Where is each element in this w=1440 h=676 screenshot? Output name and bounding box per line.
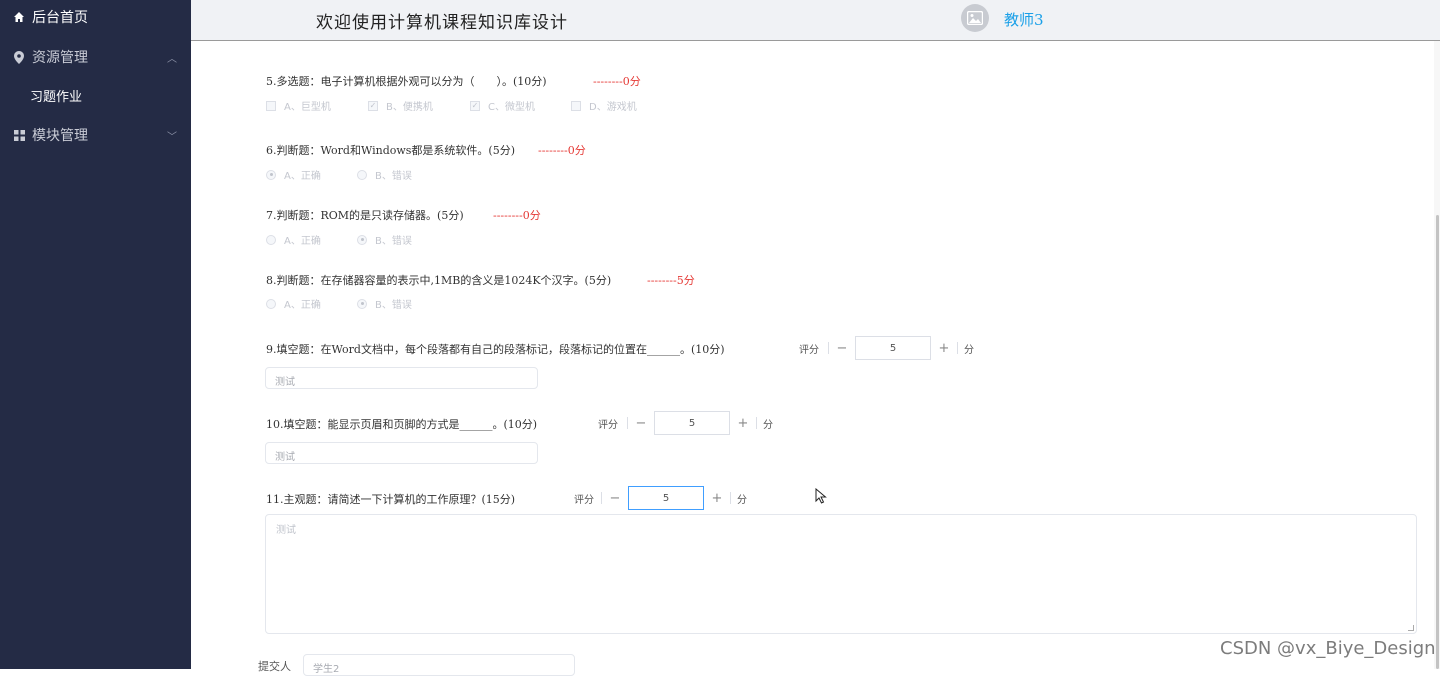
sidebar-item-home-label: 后台首页 — [32, 10, 88, 26]
sidebar-item-module-label: 模块管理 — [32, 128, 88, 144]
q11-increase-button[interactable]: + — [704, 486, 730, 510]
sidebar-item-resource-label: 资源管理 — [32, 50, 88, 66]
q10-score-label: 评分 — [598, 420, 618, 431]
question-5-result: --------0分 — [593, 75, 641, 88]
question-7-result: --------0分 — [493, 209, 541, 222]
q8-option-b: B、错误 — [357, 296, 412, 311]
chevron-down-icon: ﹀ — [167, 132, 177, 143]
q7-option-a: A、正确 — [266, 232, 321, 247]
q11-score-unit: 分 — [737, 494, 747, 506]
q5-option-c: ✓ C、微型机 — [470, 100, 535, 113]
q6-option-a: A、正确 — [266, 167, 321, 182]
q5-option-d: D、游戏机 — [571, 98, 637, 113]
question-10-text: 10.填空题：能显示页眉和页脚的方式是______。(10分) — [266, 418, 538, 431]
checkbox-checked-icon: ✓ — [470, 100, 480, 111]
q9-score-unit: 分 — [964, 344, 974, 356]
sidebar-item-module[interactable]: 模块管理 ﹀ — [0, 115, 191, 155]
radio-icon — [266, 234, 276, 245]
q9-score-stepper: − 5 + 分 — [828, 336, 974, 360]
radio-selected-icon — [357, 298, 367, 309]
checkbox-checked-icon: ✓ — [368, 100, 378, 111]
question-7-text: 7.判断题：ROM的是只读存储器。(5分) — [266, 209, 464, 222]
sidebar-item-resource[interactable]: 资源管理 ︿ — [0, 37, 191, 77]
q11-score-stepper: − 5 + 分 — [601, 486, 747, 510]
q8-option-a: A、正确 — [266, 296, 321, 311]
user-name[interactable]: 教师3 — [1004, 9, 1044, 30]
question-9-text: 9.填空题：在Word文档中，每个段落都有自己的段落标记，段落标记的位置在___… — [266, 343, 725, 356]
radio-icon — [266, 298, 276, 309]
radio-icon — [357, 169, 367, 180]
q9-score-label: 评分 — [799, 345, 819, 356]
sidebar-item-home[interactable]: 后台首页 — [0, 0, 191, 37]
q10-answer-field[interactable]: 测试 — [265, 442, 538, 464]
checkbox-unchecked-icon — [571, 100, 581, 111]
watermark: CSDN @vx_Biye_Design — [1220, 638, 1436, 659]
image-icon — [967, 11, 983, 25]
q10-score-input[interactable]: 5 — [654, 411, 730, 435]
q11-score-label: 评分 — [574, 495, 594, 506]
home-icon — [12, 10, 26, 24]
q10-score-stepper: − 5 + 分 — [627, 411, 773, 435]
checkbox-unchecked-icon — [266, 100, 276, 111]
q5-option-b: ✓ B、便携机 — [368, 100, 433, 113]
scrollbar-thumb[interactable] — [1436, 215, 1439, 669]
grid-icon — [12, 128, 26, 142]
sidebar: 后台首页 资源管理 ︿ 习题作业 模块管理 ﹀ — [0, 0, 191, 669]
chevron-up-icon: ︿ — [167, 54, 177, 65]
q11-answer-text: 测试 — [276, 525, 296, 536]
q11-answer-textarea[interactable]: 测试 — [265, 514, 1417, 634]
mouse-cursor-icon — [815, 487, 827, 508]
q9-decrease-button[interactable]: − — [829, 336, 855, 360]
q6-option-b: B、错误 — [357, 167, 412, 182]
question-8-result: --------5分 — [647, 274, 695, 287]
question-5-text: 5.多选题：电子计算机根据外观可以分为（ ）。(10分) — [266, 75, 547, 88]
submitter-label: 提交人 — [258, 660, 291, 673]
q9-answer-field[interactable]: 测试 — [265, 367, 538, 389]
q10-score-unit: 分 — [763, 419, 773, 431]
location-pin-icon — [12, 50, 26, 64]
question-6-text: 6.判断题：Word和Windows都是系统软件。(5分) — [266, 144, 515, 157]
page-title: 欢迎使用计算机课程知识库设计 — [316, 13, 568, 33]
resize-handle-icon[interactable] — [1408, 625, 1414, 631]
sidebar-item-homework[interactable]: 习题作业 — [30, 86, 82, 105]
q9-score-input[interactable]: 5 — [855, 336, 931, 360]
submitter-field[interactable]: 学生2 — [303, 654, 575, 676]
question-8-text: 8.判断题：在存储器容量的表示中,1MB的含义是1024K个汉字。(5分) — [266, 274, 612, 287]
q5-option-a: A、巨型机 — [266, 98, 331, 113]
q7-option-b: B、错误 — [357, 232, 412, 247]
question-6-result: --------0分 — [538, 144, 586, 157]
radio-selected-icon — [266, 169, 276, 180]
radio-selected-icon — [357, 234, 367, 245]
q11-decrease-button[interactable]: − — [602, 486, 628, 510]
q11-score-input[interactable]: 5 — [628, 486, 704, 510]
q10-decrease-button[interactable]: − — [628, 411, 654, 435]
q10-increase-button[interactable]: + — [730, 411, 756, 435]
top-header: 欢迎使用计算机课程知识库设计 教师3 — [191, 0, 1440, 41]
avatar[interactable] — [961, 4, 989, 32]
question-11-text: 11.主观题：请简述一下计算机的工作原理？(15分) — [266, 493, 516, 506]
q9-increase-button[interactable]: + — [931, 336, 957, 360]
